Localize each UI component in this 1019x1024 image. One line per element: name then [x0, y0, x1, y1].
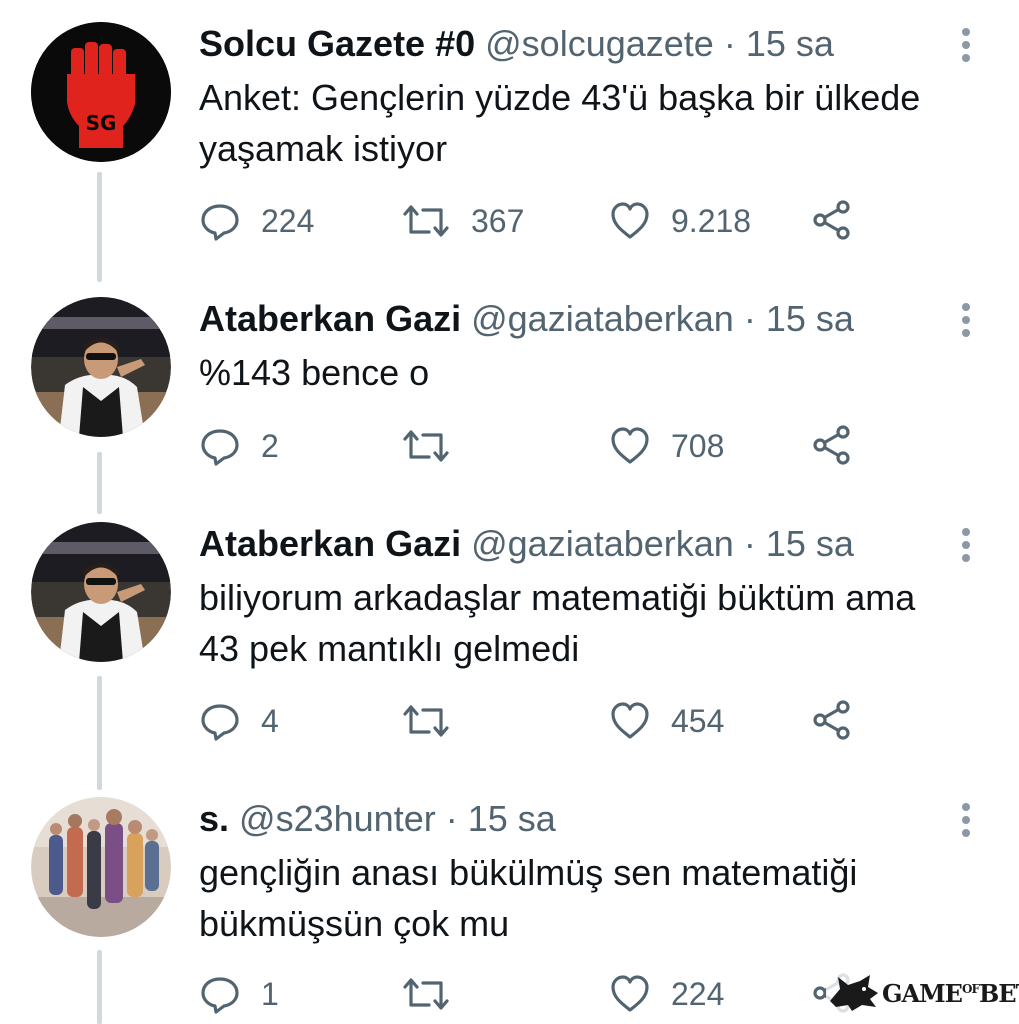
reply-button[interactable]: 2 — [199, 421, 279, 471]
profile-photo-icon — [31, 297, 171, 437]
display-name[interactable]: Ataberkan Gazi — [199, 523, 461, 564]
profile-photo-icon — [31, 522, 171, 662]
reply-count: 2 — [261, 427, 279, 464]
more-options-icon[interactable] — [951, 799, 981, 843]
avatar[interactable]: SG — [31, 22, 171, 162]
username[interactable]: @gaziataberkan — [471, 523, 734, 564]
tweet-text-line: 43 pek mantıklı gelmedi — [199, 628, 580, 669]
display-name[interactable]: s. — [199, 798, 229, 839]
heart-icon — [611, 702, 649, 739]
more-options-icon[interactable] — [951, 299, 981, 343]
tweet-text-line: biliyorum arkadaşlar matematiği büktüm a… — [199, 577, 916, 618]
watermark-text-of: OF — [961, 981, 980, 996]
separator-dot: · — [723, 23, 736, 64]
reply-button[interactable]: 4 — [199, 696, 279, 746]
tweet-text-line: yaşamak istiyor — [199, 128, 448, 169]
separator-dot: · — [743, 298, 756, 339]
tweet-text: %143 bence o — [199, 347, 989, 398]
retweet-button[interactable] — [401, 421, 471, 471]
reply-icon — [201, 429, 239, 466]
more-options-icon[interactable] — [951, 24, 981, 68]
reply-icon — [201, 204, 239, 241]
reply-count: 1 — [261, 975, 279, 1012]
reply-button[interactable]: 1 — [199, 969, 279, 1019]
tweet-text-line: bükmüşsün çok mu — [199, 903, 510, 944]
tweet-text-line: gençliğin anası bükülmüş sen matematiği — [199, 852, 858, 893]
share-icon — [813, 425, 850, 465]
tweet-header: s. @s23hunter · 15 sa — [199, 797, 556, 841]
retweet-button[interactable] — [401, 696, 471, 746]
like-button[interactable]: 9.218 — [609, 196, 751, 246]
tweet-header: Solcu Gazete #0 @solcugazete · 15 sa — [199, 22, 834, 66]
reply-icon — [201, 704, 239, 741]
share-icon — [813, 200, 850, 240]
reply-count: 4 — [261, 702, 279, 739]
retweet-icon — [403, 430, 449, 462]
retweet-button[interactable] — [401, 969, 471, 1019]
share-icon — [813, 700, 850, 740]
tweet-actions: 4 454 — [199, 696, 899, 746]
like-count: 224 — [671, 975, 725, 1012]
share-button[interactable] — [810, 198, 854, 242]
reply-icon — [201, 977, 239, 1014]
separator-dot: · — [743, 523, 756, 564]
timestamp[interactable]: 15 sa — [746, 23, 834, 64]
username[interactable]: @gaziataberkan — [471, 298, 734, 339]
avatar[interactable] — [31, 297, 171, 437]
tweet[interactable]: Ataberkan Gazi @gaziataberkan · 15 sa bi… — [0, 522, 1019, 752]
reply-count: 224 — [261, 202, 315, 239]
tweet-text: Anket: Gençlerin yüzde 43'ü başka bir ül… — [199, 72, 989, 174]
wolf-head-icon — [830, 975, 878, 1011]
reply-button[interactable]: 224 — [199, 196, 314, 246]
heart-icon — [611, 975, 649, 1012]
username[interactable]: @s23hunter — [239, 798, 436, 839]
tweet-text: biliyorum arkadaşlar matematiği büktüm a… — [199, 572, 989, 674]
tweet-actions: 224 367 9.218 — [199, 196, 899, 246]
tweet[interactable]: SG Solcu Gazete #0 @solcugazete · 15 sa … — [0, 22, 1019, 252]
avatar[interactable] — [31, 522, 171, 662]
retweet-button[interactable]: 367 — [401, 196, 524, 246]
timestamp[interactable]: 15 sa — [766, 298, 854, 339]
like-button[interactable]: 224 — [609, 969, 724, 1019]
tweet-actions: 1 224 — [199, 969, 899, 1019]
more-options-icon[interactable] — [951, 524, 981, 568]
tweet-header: Ataberkan Gazi @gaziataberkan · 15 sa — [199, 297, 854, 341]
avatar-logo-text: SG — [86, 111, 117, 135]
watermark-text-end: BET — [978, 978, 1019, 1008]
retweet-icon — [403, 978, 449, 1010]
separator-dot: · — [445, 798, 458, 839]
watermark: GAMEOFBET — [826, 967, 1019, 1019]
tweet[interactable]: Ataberkan Gazi @gaziataberkan · 15 sa %1… — [0, 297, 1019, 477]
raised-fist-logo-icon: SG — [31, 22, 171, 162]
share-button[interactable] — [810, 698, 854, 742]
display-name[interactable]: Solcu Gazete #0 — [199, 23, 475, 64]
like-count: 708 — [671, 427, 725, 464]
profile-photo-icon — [31, 797, 171, 937]
like-button[interactable]: 454 — [609, 696, 724, 746]
heart-icon — [611, 427, 649, 464]
timestamp[interactable]: 15 sa — [468, 798, 556, 839]
tweet-text: gençliğin anası bükülmüş sen matematiği … — [199, 847, 989, 949]
like-count: 454 — [671, 702, 725, 739]
timestamp[interactable]: 15 sa — [766, 523, 854, 564]
retweet-icon — [403, 705, 449, 737]
like-button[interactable]: 708 — [609, 421, 724, 471]
retweet-count: 367 — [471, 202, 525, 239]
retweet-icon — [403, 205, 449, 237]
username[interactable]: @solcugazete — [485, 23, 714, 64]
tweet-actions: 2 708 — [199, 421, 899, 471]
tweet-header: Ataberkan Gazi @gaziataberkan · 15 sa — [199, 522, 854, 566]
heart-icon — [611, 202, 649, 239]
display-name[interactable]: Ataberkan Gazi — [199, 298, 461, 339]
watermark-text-main: GAME — [882, 978, 963, 1008]
tweet-text-line: %143 bence o — [199, 352, 430, 393]
share-button[interactable] — [810, 423, 854, 467]
like-count: 9.218 — [671, 202, 752, 239]
avatar[interactable] — [31, 797, 171, 937]
tweet-text-line: Anket: Gençlerin yüzde 43'ü başka bir ül… — [199, 77, 921, 118]
